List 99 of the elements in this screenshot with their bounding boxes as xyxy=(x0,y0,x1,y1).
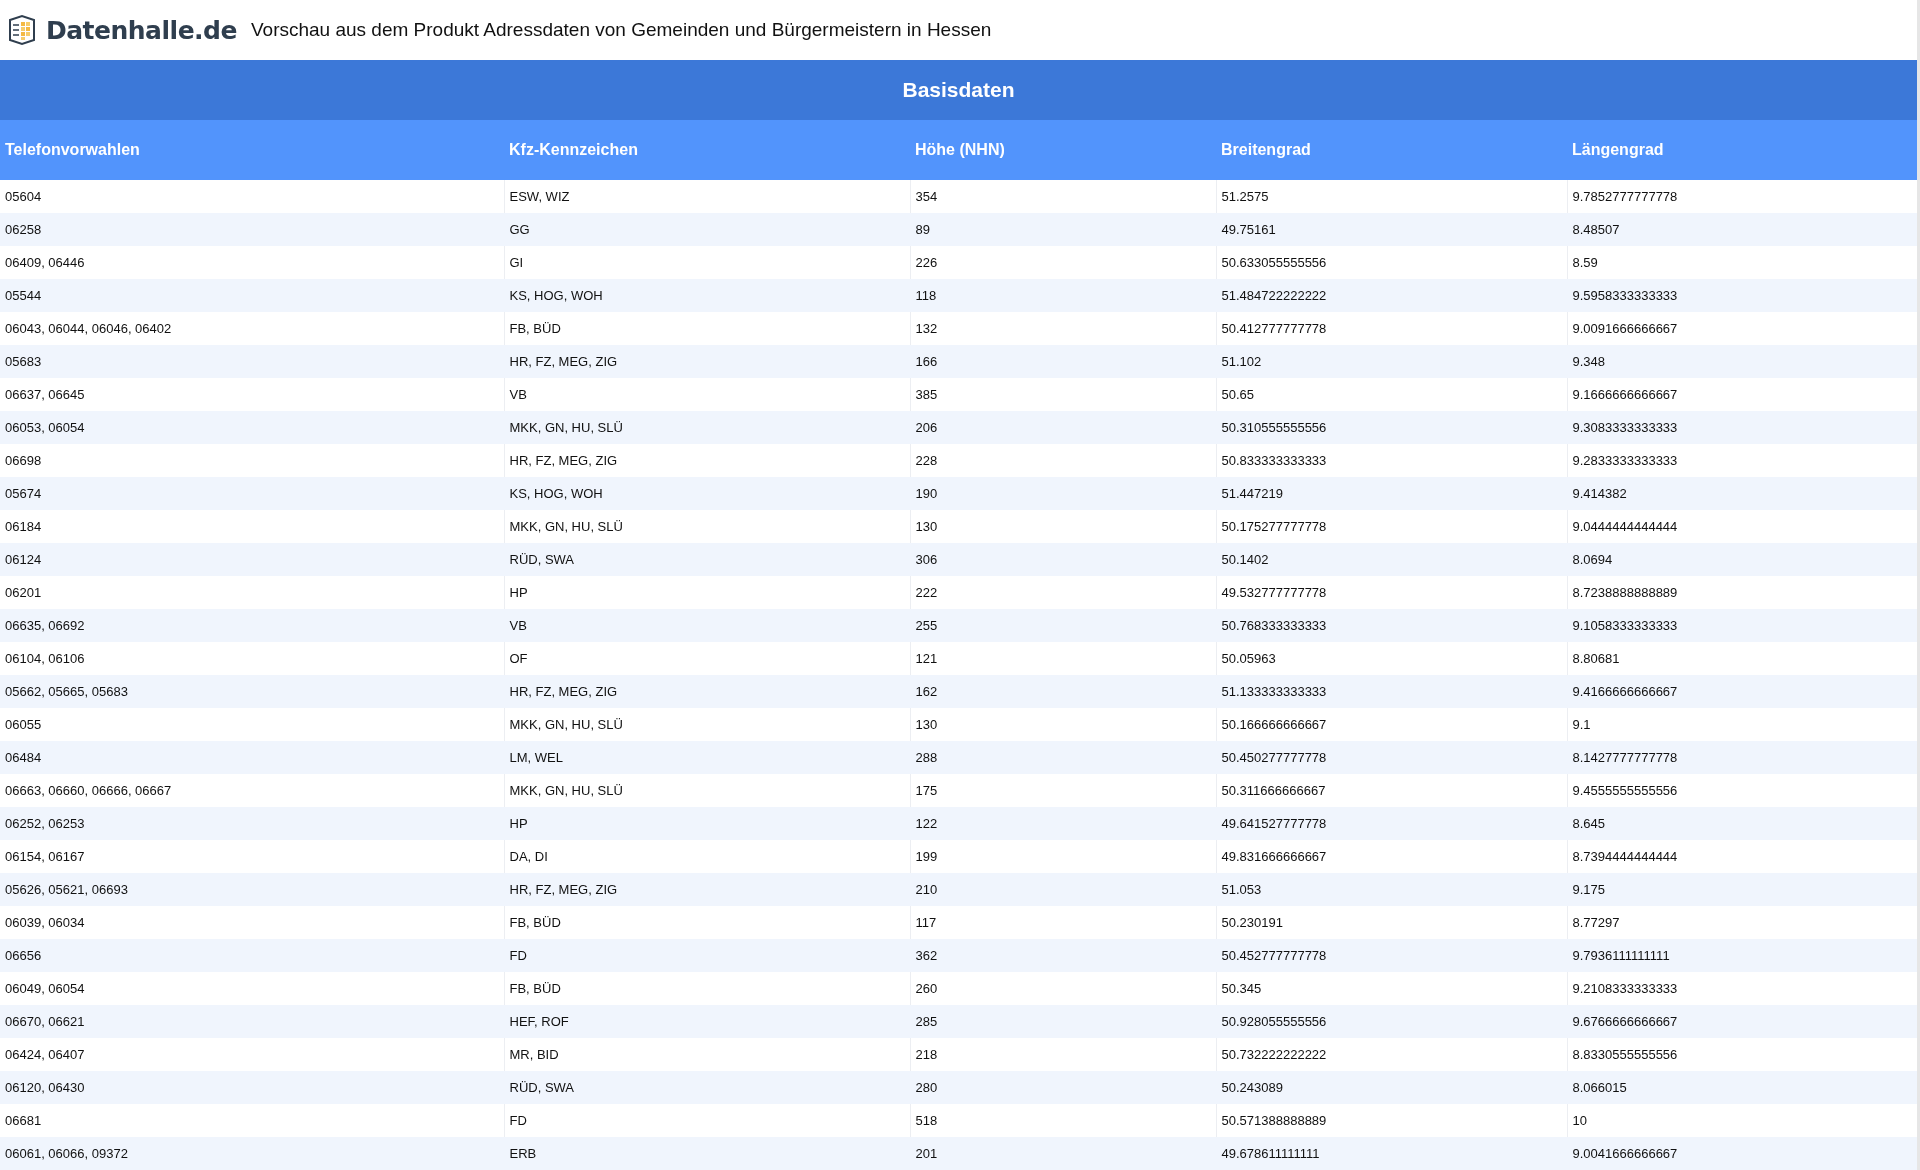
table-cell: 118 xyxy=(910,279,1216,312)
table-cell: 06637, 06645 xyxy=(0,378,504,411)
table-cell: 06663, 06660, 06666, 06667 xyxy=(0,774,504,807)
table-cell: ERB xyxy=(504,1137,910,1170)
column-header: Längengrad xyxy=(1567,120,1917,180)
table-cell: 06120, 06430 xyxy=(0,1071,504,1104)
table-cell: 50.243089 xyxy=(1216,1071,1567,1104)
table-cell: 9.175 xyxy=(1567,873,1917,906)
table-cell: 06409, 06446 xyxy=(0,246,504,279)
table-cell: 280 xyxy=(910,1071,1216,1104)
table-cell: 9.3083333333333 xyxy=(1567,411,1917,444)
table-cell: 06201 xyxy=(0,576,504,609)
table-cell: 06104, 06106 xyxy=(0,642,504,675)
table-cell: HEF, ROF xyxy=(504,1005,910,1038)
table-cell: 06681 xyxy=(0,1104,504,1137)
table-cell: 9.1058333333333 xyxy=(1567,609,1917,642)
table-cell: 122 xyxy=(910,807,1216,840)
table-cell: 50.310555555556 xyxy=(1216,411,1567,444)
table-cell: GG xyxy=(504,213,910,246)
column-header: Höhe (NHN) xyxy=(910,120,1216,180)
table-cell: 06424, 06407 xyxy=(0,1038,504,1071)
table-cell: 06043, 06044, 06046, 06402 xyxy=(0,312,504,345)
table-cell: MKK, GN, HU, SLÜ xyxy=(504,411,910,444)
table-cell: 9.0041666666667 xyxy=(1567,1137,1917,1170)
table-cell: 05683 xyxy=(0,345,504,378)
table-cell: 06049, 06054 xyxy=(0,972,504,1005)
logo-text[interactable]: Datenhalle.de xyxy=(46,15,237,45)
table-cell: 162 xyxy=(910,675,1216,708)
table-cell: 8.1427777777778 xyxy=(1567,741,1917,774)
table-cell: FD xyxy=(504,939,910,972)
table-cell: 06635, 06692 xyxy=(0,609,504,642)
page-title: Vorschau aus dem Produkt Adressdaten von Gemeinden und Bürgermeistern in Hessen xyxy=(250,19,992,41)
table-cell: 9.414382 xyxy=(1567,477,1917,510)
table-cell: 06154, 06167 xyxy=(0,840,504,873)
table-cell: 51.102 xyxy=(1216,345,1567,378)
table-cell: 06670, 06621 xyxy=(0,1005,504,1038)
table-cell: RÜD, SWA xyxy=(504,1071,910,1104)
table-cell: 8.48507 xyxy=(1567,213,1917,246)
table-cell: 05604 xyxy=(0,180,504,213)
table-cell: 50.768333333333 xyxy=(1216,609,1567,642)
table-cell: 210 xyxy=(910,873,1216,906)
table-cell: 06039, 06034 xyxy=(0,906,504,939)
section-title: Basisdaten xyxy=(0,60,1917,120)
table-cell: 9.348 xyxy=(1567,345,1917,378)
table-cell: HP xyxy=(504,807,910,840)
table-cell: 206 xyxy=(910,411,1216,444)
table-cell: 50.452777777778 xyxy=(1216,939,1567,972)
table-cell: 49.678611111111 xyxy=(1216,1137,1567,1170)
column-header: Telefonvorwahlen xyxy=(0,120,504,180)
table-cell: 49.641527777778 xyxy=(1216,807,1567,840)
table-cell: 8.645 xyxy=(1567,807,1917,840)
table-cell: 50.450277777778 xyxy=(1216,741,1567,774)
table-cell: 288 xyxy=(910,741,1216,774)
table-cell: 05662, 05665, 05683 xyxy=(0,675,504,708)
table-cell: 51.133333333333 xyxy=(1216,675,1567,708)
table-cell: 06055 xyxy=(0,708,504,741)
column-header: Breitengrad xyxy=(1216,120,1567,180)
table-cell: RÜD, SWA xyxy=(504,543,910,576)
table-cell: 50.1402 xyxy=(1216,543,1567,576)
table-cell: 05626, 05621, 06693 xyxy=(0,873,504,906)
table-cell: HR, FZ, MEG, ZIG xyxy=(504,675,910,708)
table-cell: 06656 xyxy=(0,939,504,972)
table-cell: 51.484722222222 xyxy=(1216,279,1567,312)
table-cell: 285 xyxy=(910,1005,1216,1038)
table-cell: 362 xyxy=(910,939,1216,972)
table-cell: LM, WEL xyxy=(504,741,910,774)
table-cell: KS, HOG, WOH xyxy=(504,279,910,312)
table-cell: 201 xyxy=(910,1137,1216,1170)
table-cell: 51.053 xyxy=(1216,873,1567,906)
column-header: Kfz-Kennzeichen xyxy=(504,120,910,180)
table-cell: 306 xyxy=(910,543,1216,576)
table-cell: 190 xyxy=(910,477,1216,510)
table-cell: 8.066015 xyxy=(1567,1071,1917,1104)
table-cell: 06124 xyxy=(0,543,504,576)
table-cell: HR, FZ, MEG, ZIG xyxy=(504,873,910,906)
table-cell: 89 xyxy=(910,213,1216,246)
table-cell: 06698 xyxy=(0,444,504,477)
table-cell: 9.6766666666667 xyxy=(1567,1005,1917,1038)
table-cell: 51.447219 xyxy=(1216,477,1567,510)
database-logo-icon xyxy=(6,14,38,46)
table-cell: 06484 xyxy=(0,741,504,774)
table-cell: 06184 xyxy=(0,510,504,543)
table-cell: 9.4166666666667 xyxy=(1567,675,1917,708)
table-cell: KS, HOG, WOH xyxy=(504,477,910,510)
table-cell: 255 xyxy=(910,609,1216,642)
table-cell: 05674 xyxy=(0,477,504,510)
table-cell: 9.7936111111111 xyxy=(1567,939,1917,972)
table-cell: 06258 xyxy=(0,213,504,246)
table-cell: 50.928055555556 xyxy=(1216,1005,1567,1038)
table-cell: 06053, 06054 xyxy=(0,411,504,444)
table-cell: 8.0694 xyxy=(1567,543,1917,576)
table-cell: HR, FZ, MEG, ZIG xyxy=(504,345,910,378)
table-cell: VB xyxy=(504,609,910,642)
table-cell: 9.5958333333333 xyxy=(1567,279,1917,312)
table-cell: 49.75161 xyxy=(1216,213,1567,246)
table-cell: 166 xyxy=(910,345,1216,378)
table-cell: 05544 xyxy=(0,279,504,312)
table-cell: 06061, 06066, 09372 xyxy=(0,1137,504,1170)
table-cell: 06252, 06253 xyxy=(0,807,504,840)
